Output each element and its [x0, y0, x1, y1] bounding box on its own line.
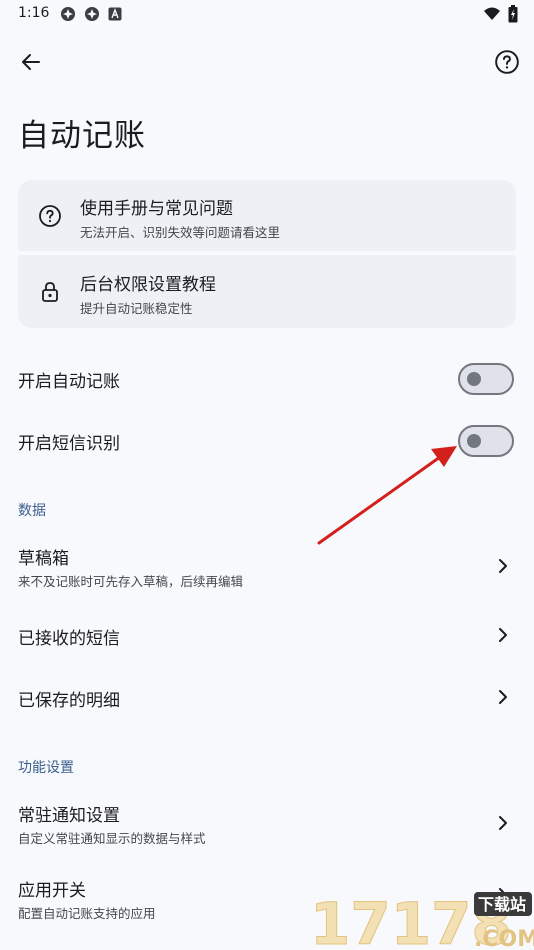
switch-thumb [467, 434, 481, 448]
auto-accounting-switch[interactable] [458, 363, 514, 395]
help-card-title: 使用手册与常见问题 [80, 199, 233, 219]
switch-thumb [467, 372, 481, 386]
section-title-features: 功能设置 [18, 760, 74, 776]
page-title: 自动记账 [18, 118, 146, 154]
chevron-right-icon [499, 816, 507, 830]
arrow-left-icon [22, 54, 40, 70]
battery-icon [508, 5, 518, 23]
list-item-title: 草稿箱 [18, 549, 69, 569]
list-item-title: 常驻通知设置 [18, 806, 120, 826]
help-circle-icon [39, 205, 61, 227]
sms-recognition-toggle-label: 开启短信识别 [18, 434, 120, 454]
help-card-title: 后台权限设置教程 [80, 275, 216, 295]
list-item-subtitle: 自定义常驻通知显示的数据与样式 [18, 831, 206, 846]
watermark-badge-text: 下载站 [478, 895, 526, 914]
a-badge-icon [108, 7, 122, 21]
list-item-title: 已保存的明细 [18, 691, 120, 711]
watermark-sub-text: .COM [474, 927, 534, 950]
chevron-right-icon [499, 628, 507, 642]
help-card-subtitle: 提升自动记账稳定性 [80, 301, 193, 316]
sms-recognition-switch[interactable] [458, 425, 514, 457]
back-button[interactable] [11, 42, 51, 82]
list-item-title: 已接收的短信 [18, 629, 120, 649]
list-item-subtitle: 配置自动记账支持的应用 [18, 906, 156, 921]
wifi-icon [484, 7, 500, 20]
list-item-subtitle: 来不及记账时可先存入草稿，后续再编辑 [18, 574, 244, 589]
auto-accounting-toggle-label: 开启自动记账 [18, 372, 120, 392]
list-item-title: 应用开关 [18, 881, 86, 901]
watermark-logo: 17178 下载站 .COM [310, 890, 534, 950]
help-card-manual[interactable]: 使用手册与常见问题 无法开启、识别失效等问题请看这里 [18, 180, 516, 251]
chevron-right-icon [499, 559, 507, 573]
help-card-subtitle: 无法开启、识别失效等问题请看这里 [80, 225, 281, 240]
help-circle-icon [495, 50, 519, 74]
app-notification-icon [61, 7, 75, 21]
help-card-permission[interactable]: 后台权限设置教程 提升自动记账稳定性 [18, 255, 516, 328]
status-time: 1:16 [18, 5, 50, 21]
section-title-data: 数据 [18, 503, 46, 519]
chevron-right-icon [499, 690, 507, 704]
app-notification-icon [85, 7, 99, 21]
lock-icon [42, 282, 58, 302]
status-bar: 1:16 [0, 0, 534, 28]
help-button[interactable] [487, 42, 527, 82]
